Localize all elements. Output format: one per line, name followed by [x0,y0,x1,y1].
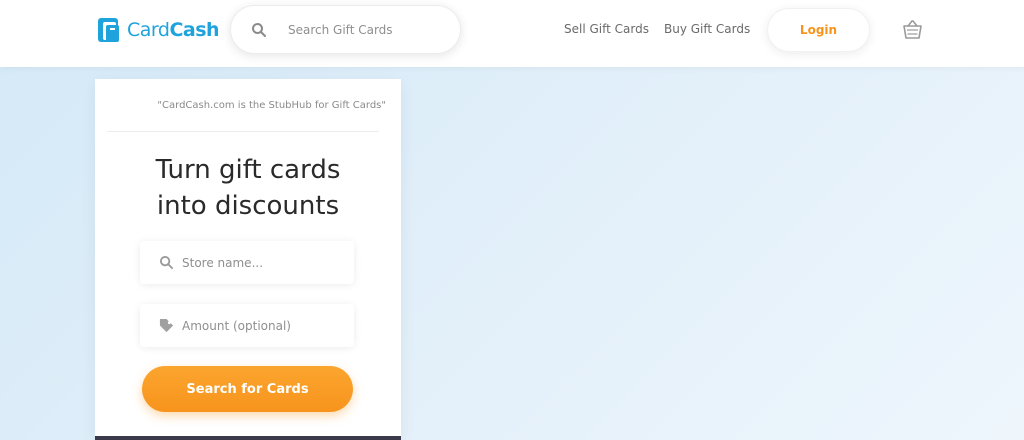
hero-headline: Turn gift cards into discounts [95,152,401,224]
amount-field[interactable] [140,304,354,347]
cardcash-logo[interactable]: CardCash [94,13,220,47]
divider [107,131,379,132]
headline-line-1: Turn gift cards [155,155,341,185]
basket-icon[interactable] [902,20,923,40]
nav-sell-gift-cards[interactable]: Sell Gift Cards [564,22,649,36]
login-button[interactable]: Login [767,8,870,52]
amount-input[interactable] [182,316,342,335]
headline-line-2: into discounts [156,191,340,221]
site-header: CardCash Sell Gift Cards Buy Gift Cards … [0,0,1024,67]
logo-text: CardCash [127,19,220,41]
nav-buy-gift-cards[interactable]: Buy Gift Cards [664,22,750,36]
search-icon [252,23,266,37]
logo-text-cash: Cash [169,19,220,41]
logo-icon [98,18,119,42]
tagline-quote: "CardCash.com is the StubHub for Gift Ca… [157,100,386,111]
header-search-box[interactable] [230,5,461,54]
logo-text-card: Card [127,19,170,41]
tag-icon [159,318,174,333]
header-search-input[interactable] [288,20,448,40]
panel-footer-strip [95,436,401,440]
store-name-field[interactable] [140,241,354,284]
search-for-cards-button[interactable]: Search for Cards [142,366,353,412]
search-icon [159,255,174,270]
store-name-input[interactable] [182,253,342,272]
